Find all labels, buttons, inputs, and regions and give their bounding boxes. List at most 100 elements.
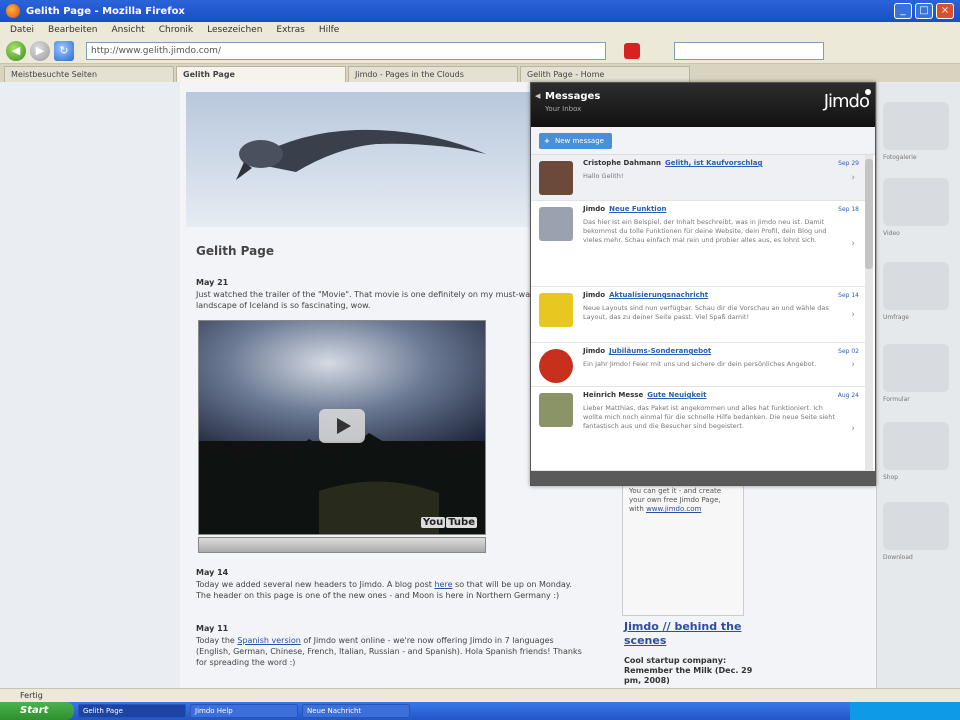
form-icon[interactable] (883, 344, 949, 392)
chevron-right-icon[interactable]: › (851, 310, 855, 320)
message-date: Sep 02 (838, 348, 859, 355)
menu-item-edit[interactable]: Bearbeiten (48, 25, 97, 35)
system-tray (850, 702, 960, 720)
message-preview: Hallo Gelith! (583, 172, 624, 180)
menu-item-bookmarks[interactable]: Lesezeichen (207, 25, 262, 35)
messages-header: ◀ Messages Your Inbox Jimdo (531, 83, 875, 127)
message-sender: Jimdo (583, 291, 606, 299)
chevron-right-icon[interactable]: › (851, 173, 855, 183)
chevron-right-icon[interactable]: › (851, 360, 855, 370)
avatar (539, 207, 573, 241)
message-item[interactable]: Cristophe Dahmann Gelith, ist Kaufvorschl… (531, 155, 865, 201)
avatar (539, 293, 573, 327)
message-date: Sep 14 (838, 292, 859, 299)
menu-item-tools[interactable]: Extras (276, 25, 304, 35)
status-bar: Fertig (0, 688, 960, 702)
video-controls[interactable] (198, 537, 486, 553)
poll-icon[interactable] (883, 262, 949, 310)
window-controls: _ □ × (894, 3, 954, 19)
jimdo-logo: Jimdo (823, 89, 872, 112)
search-input[interactable] (674, 41, 824, 60)
menu-item-history[interactable]: Chronik (159, 25, 193, 35)
photo-gallery-icon[interactable] (883, 102, 949, 150)
windows-taskbar: Start Gelith Page Jimdo Help Neue Nachri… (0, 702, 960, 720)
menu-item-file[interactable]: Datei (10, 25, 34, 35)
tab-bar: Meistbesuchte Seiten Gelith Page Jimdo -… (0, 64, 960, 82)
new-message-button[interactable]: New message (539, 133, 612, 149)
message-subject[interactable]: Aktualisierungsnachricht (609, 291, 708, 299)
element-label: Shop (883, 474, 899, 481)
close-button[interactable]: × (936, 3, 954, 19)
menu-item-help[interactable]: Hilfe (319, 25, 339, 35)
collapse-arrow-icon[interactable]: ◀ (535, 92, 540, 100)
element-label: Umfrage (883, 314, 909, 321)
tab-gelith-home[interactable]: Gelith Page - Home (520, 66, 690, 82)
window-title: Gelith Page - Mozilla Firefox (26, 5, 185, 17)
post-link[interactable]: here (434, 580, 452, 589)
message-list: Cristophe Dahmann Gelith, ist Kaufvorschl… (531, 155, 865, 471)
video-player[interactable]: You Tube (198, 320, 486, 535)
element-label: Fotogalerie (883, 154, 917, 161)
message-item[interactable]: Jimdo Aktualisierungsnachricht Sep 14 Neu… (531, 287, 865, 343)
message-sender: Jimdo (583, 205, 606, 213)
message-subject[interactable]: Jubiläums-Sonderangebot (609, 347, 711, 355)
messages-subtitle: Your Inbox (545, 105, 582, 113)
status-text: Fertig (20, 691, 43, 700)
minimize-button[interactable]: _ (894, 3, 912, 19)
download-icon[interactable] (883, 502, 949, 550)
post-date: May 14 (196, 568, 229, 577)
message-sender: Heinrich Messe (583, 391, 644, 399)
message-subject[interactable]: Neue Funktion (609, 205, 666, 213)
tab-gelith-page[interactable]: Gelith Page (176, 66, 346, 82)
maximize-button[interactable]: □ (915, 3, 933, 19)
tab-most-visited[interactable]: Meistbesuchte Seiten (4, 66, 174, 82)
messages-title: Messages (545, 91, 601, 102)
navigation-toolbar: ◀ ▶ ↻ http://www.gelith.jimdo.com/ (0, 38, 960, 64)
window-titlebar: Gelith Page - Mozilla Firefox _ □ × (0, 0, 960, 22)
stop-icon[interactable] (624, 42, 640, 59)
post-date: May 11 (196, 624, 229, 633)
play-icon[interactable] (319, 409, 365, 443)
avatar (539, 349, 573, 383)
blog-link-heading[interactable]: Jimdo // behind the scenes (624, 620, 754, 648)
scrollbar-thumb[interactable] (865, 159, 873, 269)
message-subject[interactable]: Gelith, ist Kaufvorschlag (665, 159, 763, 167)
forward-button[interactable]: ▶ (30, 40, 50, 61)
message-date: Sep 29 (838, 160, 859, 167)
messages-footer (531, 471, 875, 485)
taskbar-item[interactable]: Jimdo Help (190, 704, 298, 718)
spanish-version-link[interactable]: Spanish version (237, 636, 300, 645)
chevron-right-icon[interactable]: › (851, 239, 855, 249)
bird-icon (236, 129, 486, 180)
start-button[interactable]: Start (0, 702, 74, 720)
sidebar-box: You can get it - and create your own fre… (622, 480, 744, 616)
taskbar-item[interactable]: Neue Nachricht (302, 704, 410, 718)
back-button[interactable]: ◀ (6, 40, 26, 61)
message-item[interactable]: Heinrich Messe Gute Neuigkeit Aug 24 Lieb… (531, 387, 865, 471)
menu-item-view[interactable]: Ansicht (111, 25, 144, 35)
post-text: Just watched the trailer of the "Movie".… (196, 290, 577, 310)
message-subject[interactable]: Gute Neuigkeit (647, 391, 706, 399)
message-preview: Lieber Matthias, das Paket ist angekomme… (583, 404, 835, 430)
messages-scrollbar[interactable] (865, 155, 873, 471)
jimdo-link[interactable]: www.jimdo.com (646, 505, 701, 513)
post-date: May 21 (196, 278, 229, 287)
post-text: Today the Spanish version of Jimdo went … (196, 636, 582, 667)
tools-icon[interactable] (883, 422, 949, 470)
message-preview: Das hier ist ein Beispiel, der Inhalt be… (583, 218, 827, 244)
reload-button[interactable]: ↻ (54, 40, 74, 61)
page-left-margin (0, 82, 180, 688)
messages-panel: ◀ Messages Your Inbox Jimdo New message … (530, 82, 876, 486)
address-bar[interactable]: http://www.gelith.jimdo.com/ (86, 41, 606, 60)
message-item[interactable]: Jimdo Jubiläums-Sonderangebot Sep 02 Ein … (531, 343, 865, 387)
video-element-icon[interactable] (883, 178, 949, 226)
youtube-logo: You Tube (420, 517, 477, 528)
chevron-right-icon[interactable]: › (851, 424, 855, 434)
message-preview: Neue Layouts sind nun verfügbar. Schau d… (583, 304, 829, 321)
message-item[interactable]: Jimdo Neue Funktion Sep 18 Das hier ist e… (531, 201, 865, 287)
post-text: Today we added several new headers to Ji… (196, 580, 572, 600)
page-title: Gelith Page (196, 244, 274, 258)
message-sender: Jimdo (583, 347, 606, 355)
taskbar-item[interactable]: Gelith Page (78, 704, 186, 718)
tab-jimdo[interactable]: Jimdo - Pages in the Clouds (348, 66, 518, 82)
